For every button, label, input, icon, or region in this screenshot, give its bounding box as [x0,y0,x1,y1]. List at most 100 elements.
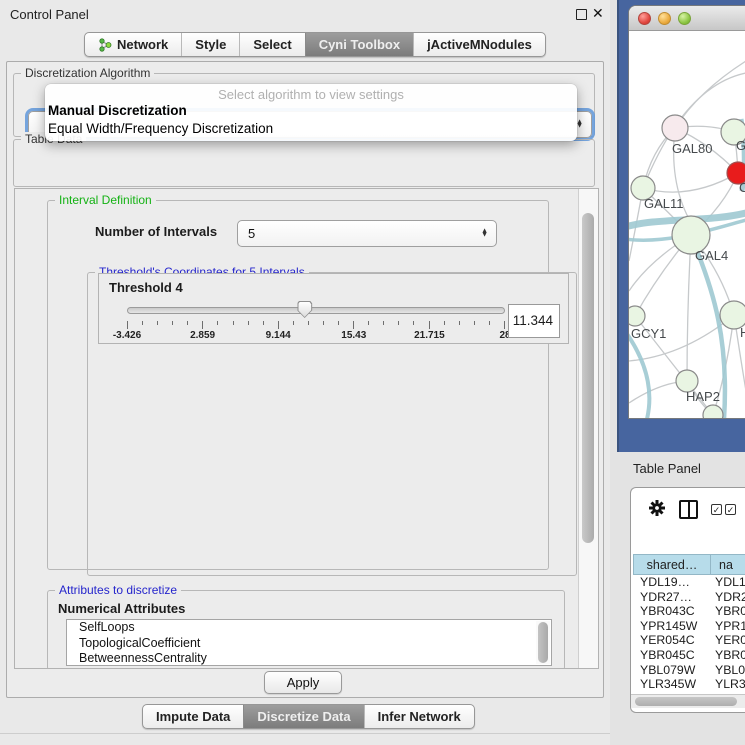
tab-select[interactable]: Select [239,33,304,56]
cell-shared-name[interactable]: YDR27… [633,590,711,605]
table-row[interactable]: YLR345W YLR3 [633,677,745,692]
settings-scroll-area: Interval Definition Number of Intervals … [14,188,599,669]
table-row[interactable]: YER054C YER0 [633,633,745,648]
table-row[interactable]: YBR045C YBR0 [633,648,745,663]
table-row[interactable]: YBR043C YBR0 [633,604,745,619]
slider-ticks [127,321,505,329]
tab-label: Style [195,37,226,52]
tab-infer-network[interactable]: Infer Network [364,705,474,728]
control-panel-tabs: Network Style Select Cyni Toolbox jActiv… [84,32,546,57]
split-columns-icon[interactable] [679,500,698,519]
scrollbar-thumb[interactable] [582,213,594,543]
combo-stepper-icon: ▲▼ [481,229,488,238]
table-panel-toolbar: ✓ ✓ [631,488,745,530]
cell-name[interactable]: YDR2 [711,590,745,605]
column-header-shared-name[interactable]: shared… [633,554,711,575]
float-icon[interactable] [576,9,587,20]
threshold-slider[interactable]: -3.426 2.859 9.144 15.43 21.715 [127,274,505,345]
list-item[interactable]: SelfLoops [67,620,551,636]
numerical-attributes-label: Numerical Attributes [58,601,185,616]
node-label: GAL11 [644,196,684,211]
tab-discretize-data[interactable]: Discretize Data [243,705,363,728]
tab-cyni-toolbox[interactable]: Cyni Toolbox [305,33,413,56]
algorithm-dropdown-popup: Select algorithm to view settings Manual… [45,84,577,141]
list-item[interactable]: BetweennessCentrality [67,651,551,666]
node-label: GAL80 [672,141,712,156]
gear-icon[interactable] [648,499,666,520]
list-scrollbar-thumb[interactable] [538,622,548,663]
network-window[interactable]: GAL80 GA C GAL11 GAL4 GCY1 H HAP2 [628,5,745,419]
tab-label: Cyni Toolbox [319,37,400,52]
node-bottom-partial[interactable] [703,405,723,419]
table-body: YDL19… YDL1 YDR27… YDR2 YBR043C YBR0 YPR… [633,575,745,694]
node-gal80[interactable] [662,115,688,141]
tab-style[interactable]: Style [181,33,239,56]
table-panel-title: Table Panel [633,461,701,476]
tick-label: 21.715 [414,330,445,341]
node-label: H [740,325,745,340]
table-row[interactable]: YPR145W YPR1 [633,619,745,634]
minimize-traffic-light-icon[interactable] [658,12,671,25]
close-icon[interactable]: ✕ [592,5,604,22]
apply-button[interactable]: Apply [264,671,342,694]
dropdown-option-equal-width[interactable]: Equal Width/Frequency Discretization [45,120,577,138]
cell-shared-name[interactable]: YBL079W [633,663,711,678]
cell-shared-name[interactable]: YDL19… [633,575,711,590]
select-columns-icon[interactable]: ✓ ✓ [711,504,736,515]
tab-impute-data[interactable]: Impute Data [143,705,243,728]
node-label: GCY1 [631,326,666,341]
tick-label: 9.144 [266,330,291,341]
slider-thumb[interactable] [297,301,312,318]
table-hscrollbar-thumb[interactable] [635,697,737,706]
node-gcy1[interactable] [629,306,645,326]
node-label: GA [736,138,745,153]
cell-name[interactable]: YPR1 [711,619,745,634]
numerical-attributes-list[interactable]: SelfLoops TopologicalCoefficient Between… [66,619,552,666]
network-window-titlebar[interactable] [629,6,745,31]
dropdown-hint: Select algorithm to view settings [45,87,577,102]
checkbox-icon: ✓ [711,504,722,515]
cell-name[interactable]: YLR3 [711,677,745,692]
table-row[interactable]: YBL079W YBL0 [633,663,745,678]
tab-label: Network [117,37,168,52]
list-scrollbar[interactable] [536,621,550,664]
slider-track[interactable] [127,307,505,314]
close-traffic-light-icon[interactable] [638,12,651,25]
table-hscrollbar[interactable] [631,694,745,708]
tab-network[interactable]: Network [85,33,181,56]
cell-name[interactable]: YBL0 [711,663,745,678]
tab-jactivemnodules[interactable]: jActiveMNodules [413,33,545,56]
bottom-tabs: Impute Data Discretize Data Infer Networ… [142,704,475,729]
num-intervals-label: Number of Intervals [95,224,217,239]
column-header-name[interactable]: na [711,554,745,575]
num-intervals-combo[interactable]: 5 ▲▼ [237,220,497,247]
cell-shared-name[interactable]: YER054C [633,633,711,648]
cell-shared-name[interactable]: YLR345W [633,677,711,692]
zoom-traffic-light-icon[interactable] [678,12,691,25]
list-item[interactable]: TopologicalCoefficient [67,636,551,652]
table-row[interactable]: YDL19… YDL1 [633,575,745,590]
tab-label: jActiveMNodules [427,37,532,52]
group-title: Attributes to discretize [55,583,181,597]
combo-value: 5 [248,226,255,241]
threshold-value-field[interactable]: 11.344 [508,304,560,338]
cell-shared-name[interactable]: YPR145W [633,619,711,634]
group-title: Interval Definition [55,193,156,207]
checkbox-icon: ✓ [725,504,736,515]
cell-shared-name[interactable]: YBR045C [633,648,711,663]
cell-shared-name[interactable]: YBR043C [633,604,711,619]
table-row[interactable]: YDR27… YDR2 [633,590,745,605]
panel-title: Control Panel [10,7,89,22]
node-label: C [739,180,745,195]
cyni-toolbox-panel: Discretization Algorithm ▲▼ Table Data g… [6,61,604,698]
cell-name[interactable]: YDL1 [711,575,745,590]
scrollbar-vertical[interactable] [578,189,598,668]
network-canvas[interactable]: GAL80 GA C GAL11 GAL4 GCY1 H HAP2 [629,31,745,419]
tick-label: 2.859 [190,330,215,341]
cell-name[interactable]: YBR0 [711,648,745,663]
cell-name[interactable]: YER0 [711,633,745,648]
divider [0,733,610,734]
cell-name[interactable]: YBR0 [711,604,745,619]
network-icon [98,38,112,52]
dropdown-option-manual-discretization[interactable]: Manual Discretization [45,102,577,120]
